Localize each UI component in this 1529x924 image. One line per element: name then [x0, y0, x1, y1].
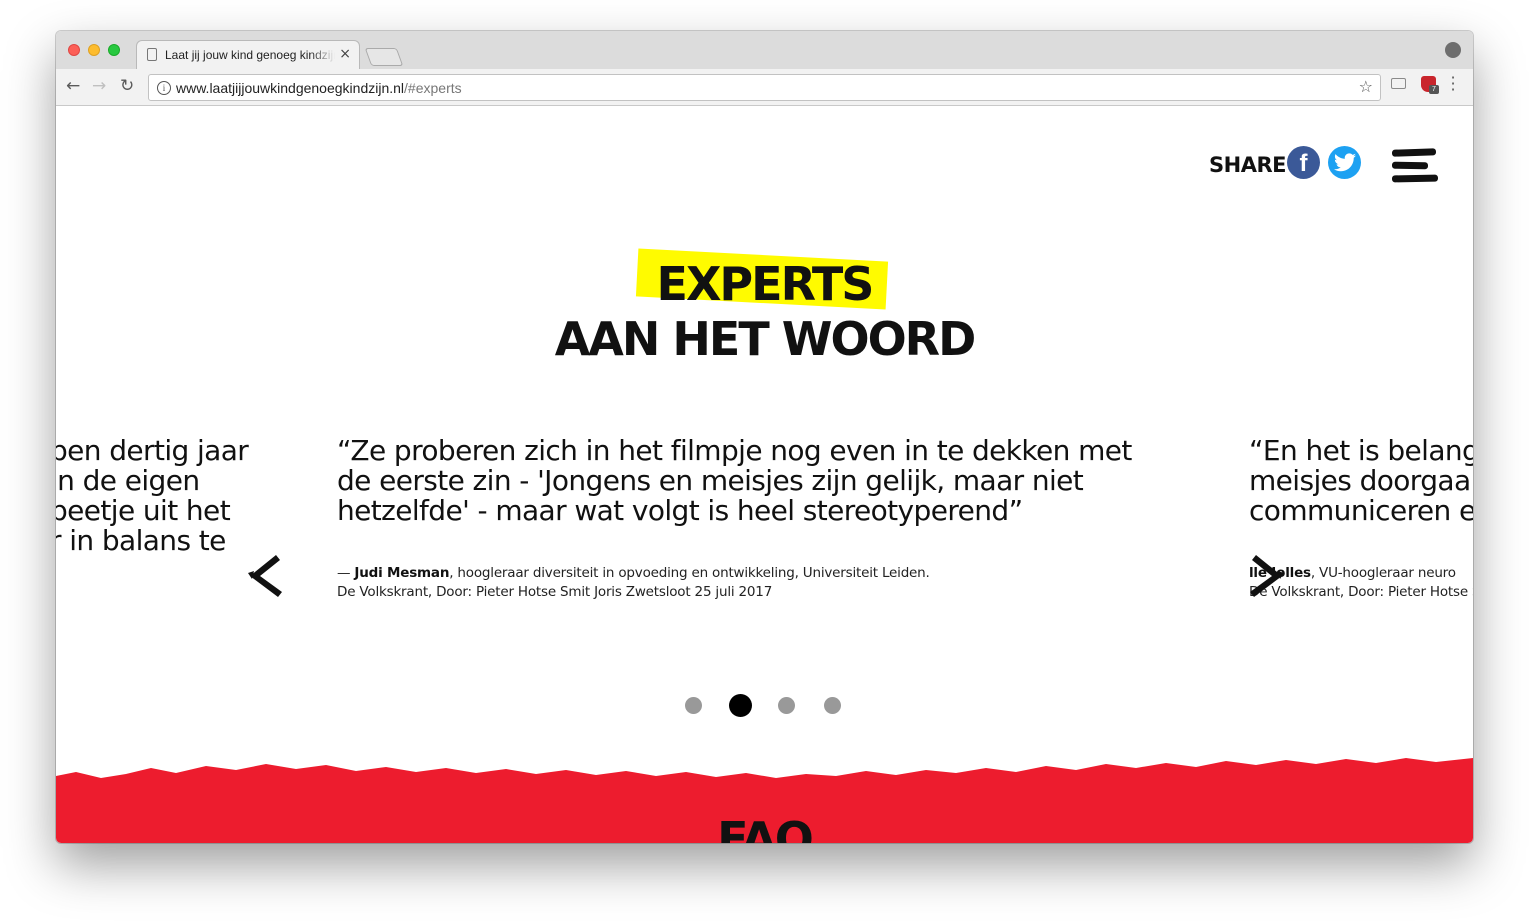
- tab-strip: Laat jij jouw kind genoeg kindzijn ×: [56, 31, 1473, 69]
- camera-icon[interactable]: [1391, 78, 1406, 89]
- browser-tab[interactable]: Laat jij jouw kind genoeg kindzijn ×: [136, 40, 360, 69]
- carousel-dot-4[interactable]: [824, 697, 841, 714]
- carousel-prev-arrow-icon[interactable]: [238, 551, 288, 601]
- url-path: /#experts: [404, 80, 462, 96]
- forward-icon[interactable]: →: [92, 76, 106, 96]
- hamburger-bar: [1391, 148, 1437, 157]
- author-role: , VU-hoogleraar neuro: [1310, 565, 1456, 581]
- hamburger-menu-icon[interactable]: [1391, 147, 1439, 185]
- reload-icon[interactable]: ↻: [120, 76, 134, 96]
- window-close-button[interactable]: [68, 44, 80, 56]
- tab-title: Laat jij jouw kind genoeg kindzijn: [165, 48, 335, 62]
- author-name: Judi Mesman: [354, 565, 450, 581]
- quote-line: in de eigen: [56, 464, 200, 497]
- url-host: www.laatjijjouwkindgenoegkindzijn.nl: [176, 80, 405, 96]
- quote-current: “Ze proberen zich in het filmpje nog eve…: [337, 436, 1132, 526]
- quote-line: meisjes doorgaa: [1249, 464, 1471, 497]
- twitter-icon[interactable]: [1328, 146, 1361, 179]
- page-viewport: SHARE f EXPERTS AAN HET WOORD ben dertig…: [56, 106, 1473, 843]
- attribution-dash: —: [337, 565, 355, 581]
- hamburger-bar: [1391, 174, 1439, 183]
- info-icon[interactable]: i: [157, 81, 171, 95]
- new-tab-button[interactable]: [364, 48, 404, 66]
- star-icon[interactable]: ☆: [1359, 77, 1373, 96]
- faq-heading: FAQ: [717, 812, 814, 843]
- share-label: SHARE: [1209, 153, 1286, 177]
- quote-line: ben dertig jaar: [56, 434, 249, 467]
- tab-close-icon[interactable]: ×: [339, 46, 351, 62]
- window-minimize-button[interactable]: [88, 44, 100, 56]
- browser-window: Laat jij jouw kind genoeg kindzijn × ← →…: [56, 31, 1473, 843]
- author-role: , hoogleraar diversiteit in opvoeding en…: [449, 565, 930, 581]
- quote-line: hetzelfde' - maar wat volgt is heel ster…: [337, 494, 1023, 527]
- back-icon[interactable]: ←: [66, 76, 80, 96]
- page-favicon-icon: [147, 48, 157, 61]
- window-maximize-button[interactable]: [108, 44, 120, 56]
- quote-previous: ben dertig jaar in de eigen beetje uit h…: [56, 434, 249, 557]
- carousel-next-arrow-icon[interactable]: [1244, 551, 1294, 601]
- url-text[interactable]: www.laatjijjouwkindgenoegkindzijn.nl/#ex…: [176, 80, 462, 96]
- quote-line: r in balans te: [56, 524, 226, 557]
- carousel-dot-3[interactable]: [778, 697, 795, 714]
- quote-line: de eerste zin - 'Jongens en meisjes zijn…: [337, 464, 1084, 497]
- hamburger-bar: [1391, 161, 1429, 170]
- quote-line: beetje uit het: [56, 494, 231, 527]
- twitter-bird-icon: [1334, 153, 1356, 172]
- quote-line: “En het is belang: [1249, 434, 1473, 467]
- menu-icon[interactable]: · · ·: [1450, 70, 1456, 98]
- quote-attribution: — Judi Mesman, hoogleraar diversiteit in…: [337, 564, 930, 602]
- quote-line: communiceren e: [1249, 494, 1473, 527]
- facebook-icon[interactable]: f: [1287, 146, 1320, 179]
- extension-badge: 7: [1429, 85, 1439, 94]
- profile-icon[interactable]: [1445, 42, 1461, 58]
- section-heading-subtitle: AAN HET WOORD: [554, 312, 977, 366]
- carousel-dot-1[interactable]: [685, 697, 702, 714]
- quote-next: “En het is belang meisjes doorgaa commun…: [1249, 436, 1473, 526]
- quote-source: De Volkskrant, Door: Pieter Hotse Smit J…: [337, 584, 773, 600]
- quote-line: “Ze proberen zich in het filmpje nog eve…: [337, 434, 1132, 467]
- section-heading-experts: EXPERTS: [656, 257, 875, 311]
- carousel-dot-2[interactable]: [729, 694, 752, 717]
- address-bar[interactable]: i www.laatjijjouwkindgenoegkindzijn.nl/#…: [148, 74, 1381, 101]
- browser-toolbar: ← → ↻ i www.laatjijjouwkindgenoegkindzij…: [56, 69, 1473, 106]
